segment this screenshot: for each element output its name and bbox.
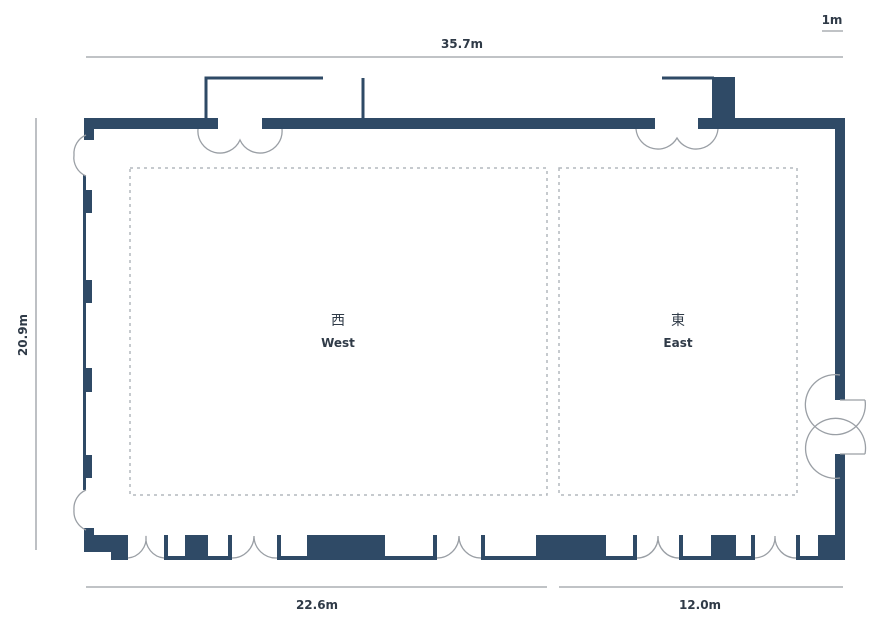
door-bottom-1[interactable] — [127, 535, 165, 559]
east-width-label: 12.0m — [679, 598, 721, 612]
door-bottom-5[interactable] — [754, 535, 797, 559]
room-east-cjk-label: 東 — [671, 313, 685, 329]
room-east[interactable]: 東 East — [558, 167, 798, 496]
door-bottom-4[interactable] — [636, 535, 680, 559]
dimension-total-height: 20.9m — [16, 118, 37, 550]
walls — [83, 76, 845, 560]
doors — [73, 128, 867, 559]
door-top-east[interactable] — [635, 128, 719, 150]
total-width-label: 35.7m — [441, 37, 483, 51]
door-top-west[interactable] — [197, 128, 283, 154]
room-west-cjk-label: 西 — [331, 313, 345, 329]
door-bottom-2[interactable] — [231, 535, 278, 559]
door-bottom-3[interactable] — [436, 535, 482, 559]
room-east-label: East — [663, 336, 692, 350]
west-width-label: 22.6m — [296, 598, 338, 612]
total-height-label: 20.9m — [16, 314, 30, 356]
room-west[interactable]: 西 West — [129, 167, 548, 496]
dimension-total-width: 35.7m — [86, 37, 843, 58]
dimension-east-width: 12.0m — [559, 586, 843, 612]
door-left-top[interactable] — [73, 134, 87, 177]
door-left-bottom[interactable] — [73, 489, 87, 531]
scale-bar: 1m — [822, 13, 843, 32]
room-west-label: West — [321, 336, 355, 350]
dimension-west-width: 22.6m — [86, 586, 547, 612]
scale-label: 1m — [822, 13, 843, 27]
floor-plan: 1m 35.7m 20.9m 22.6m 12.0m 西 West 東 East — [16, 13, 867, 612]
